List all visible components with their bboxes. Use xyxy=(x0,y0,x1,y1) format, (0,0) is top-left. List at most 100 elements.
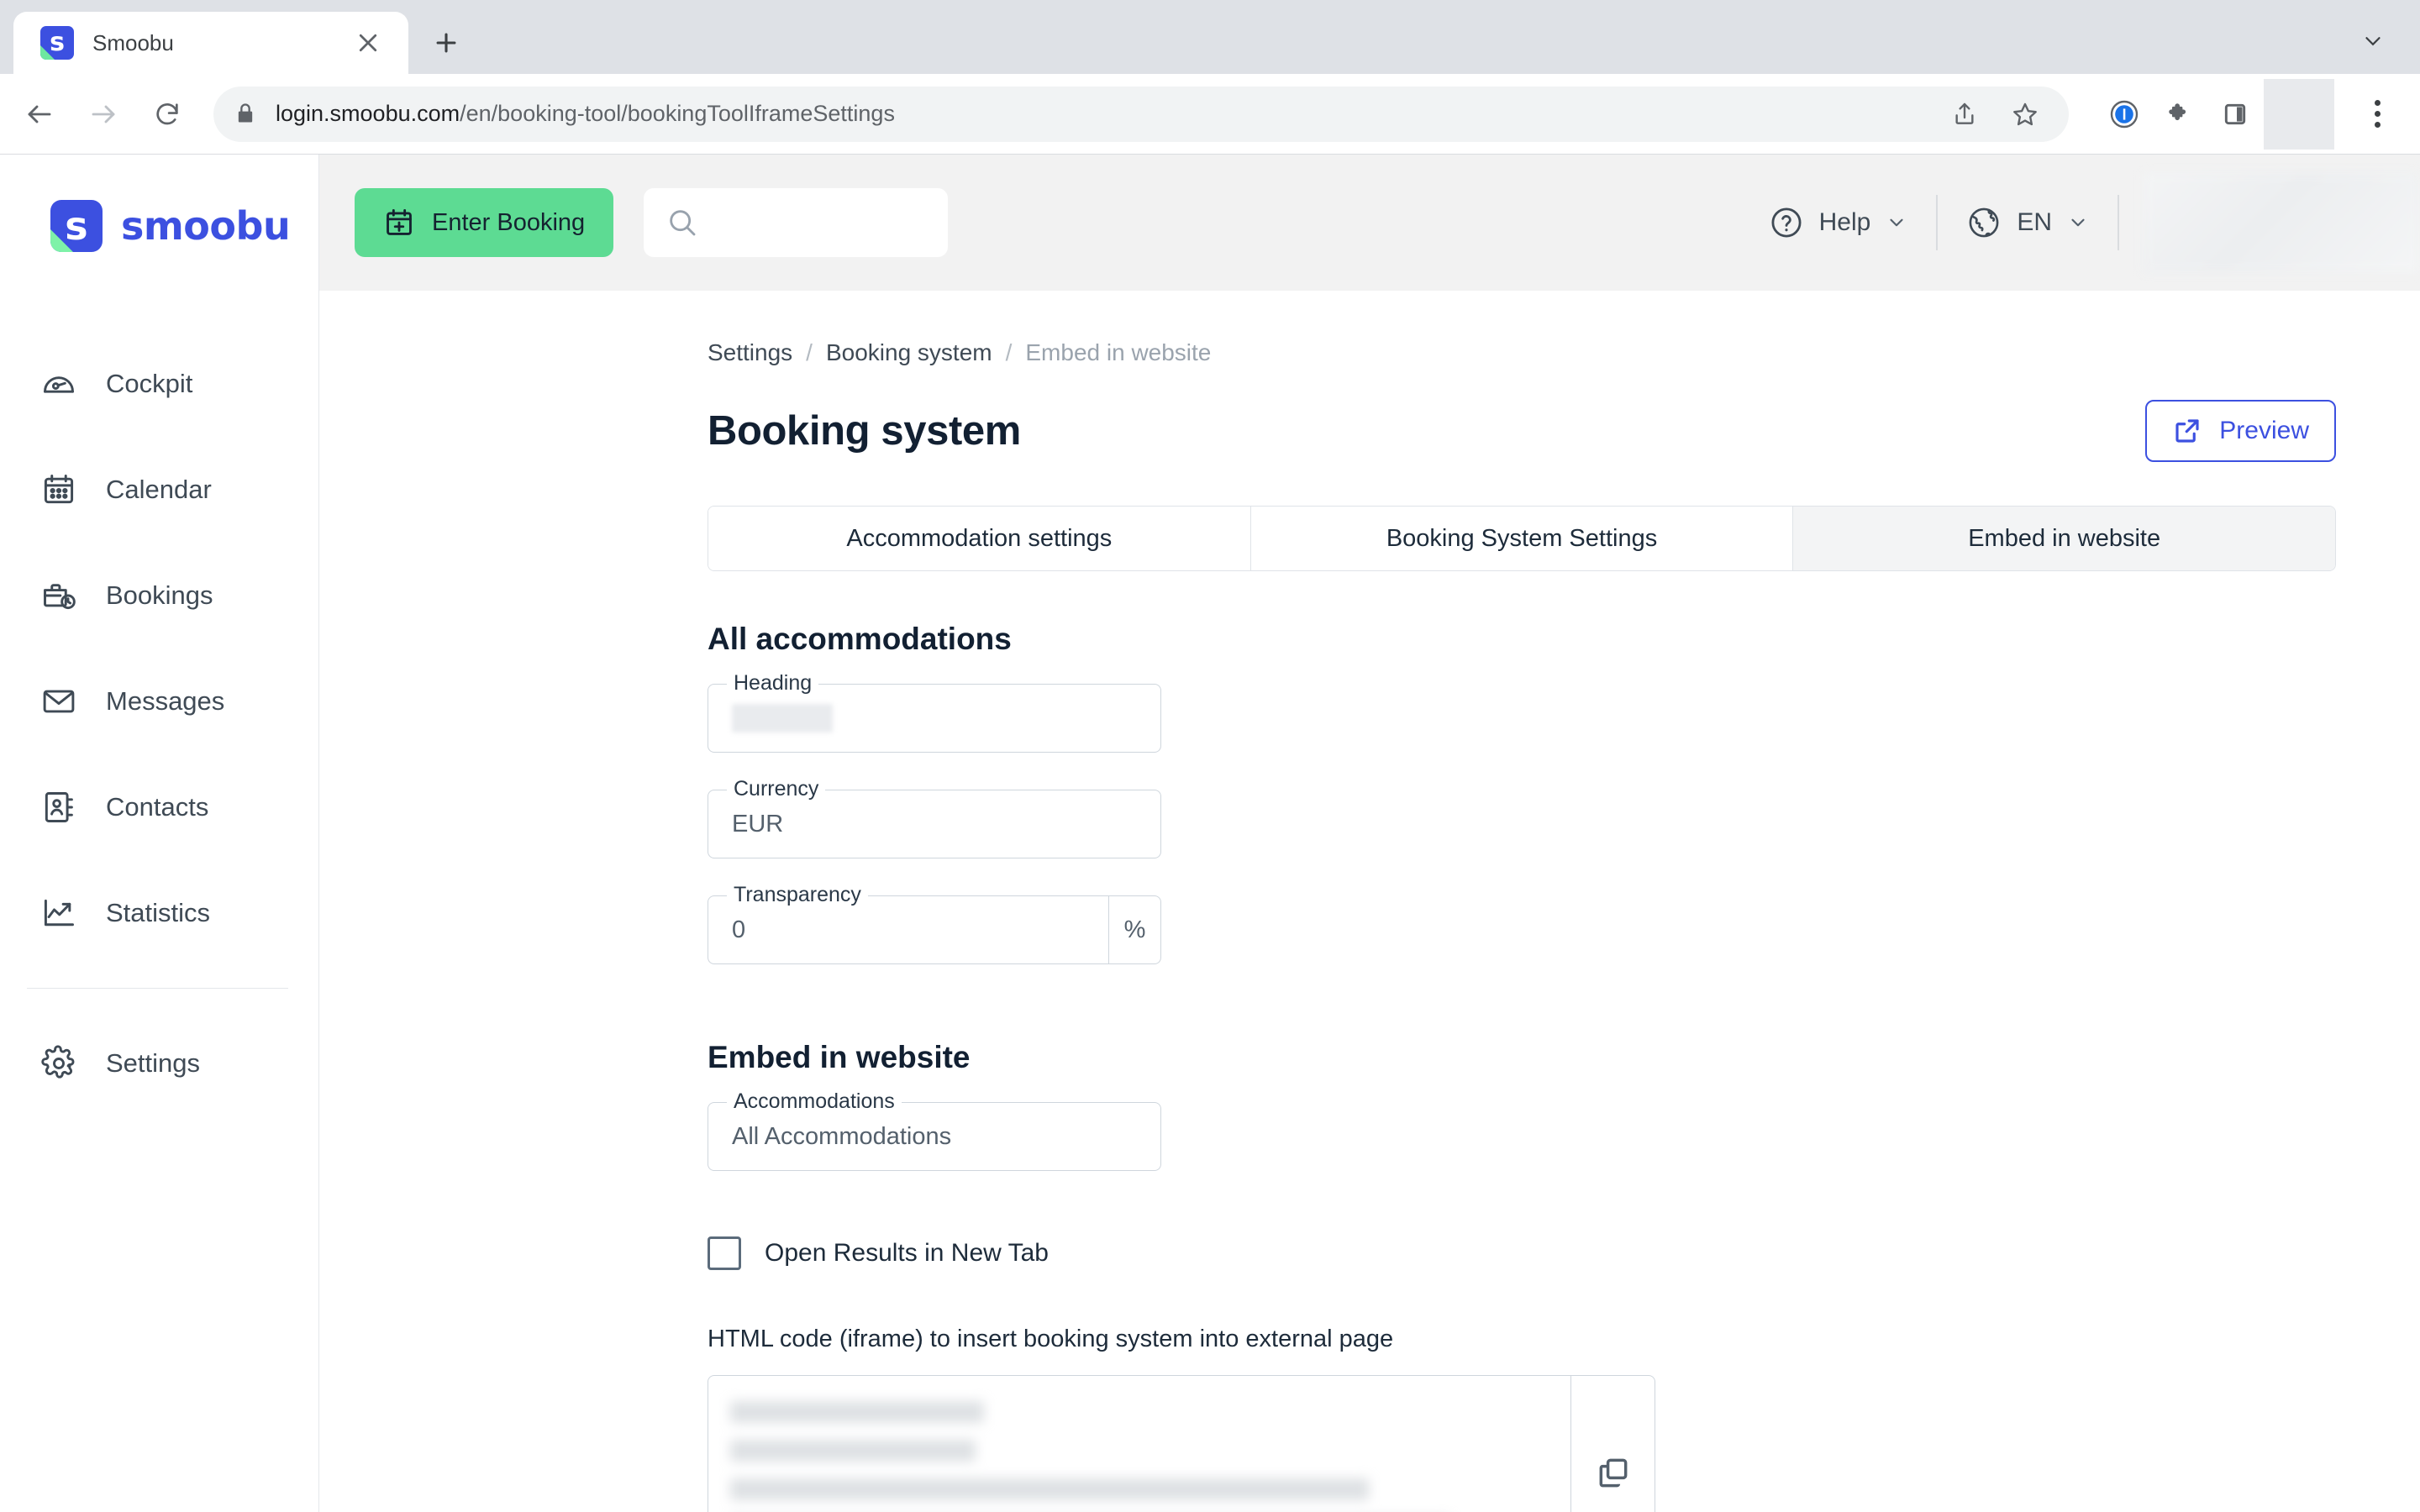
preview-label: Preview xyxy=(2219,417,2309,444)
open-results-new-tab-row[interactable]: Open Results in New Tab xyxy=(708,1236,2420,1270)
tab-booking-system-settings[interactable]: Booking System Settings xyxy=(1250,507,1794,570)
app-header: Enter Booking Help EN xyxy=(319,155,2420,291)
extension-icons xyxy=(2086,91,2259,138)
main-column: Enter Booking Help EN Settings / Booking… xyxy=(319,155,2420,1512)
breadcrumb-separator: / xyxy=(806,339,813,365)
url-path: /en/booking-tool/bookingToolIframeSettin… xyxy=(460,101,895,126)
breadcrumb-separator: / xyxy=(1005,339,1013,365)
sidebar-item-label: Contacts xyxy=(106,792,209,822)
gauge-icon xyxy=(40,365,77,402)
omnibox-actions xyxy=(1941,91,2049,138)
profile-avatar[interactable] xyxy=(2264,78,2334,150)
1password-extension-icon[interactable] xyxy=(2101,91,2148,138)
tab-embed-in-website[interactable]: Embed in website xyxy=(1793,507,2335,570)
chevron-down-icon xyxy=(2067,212,2089,234)
search-input[interactable] xyxy=(644,188,949,257)
app-header-right: Help EN xyxy=(1740,155,2420,291)
breadcrumb: Settings / Booking system / Embed in web… xyxy=(319,339,2420,366)
code-line xyxy=(730,1478,1369,1500)
copy-code-button[interactable] xyxy=(1570,1376,1655,1512)
header-divider xyxy=(2118,195,2119,250)
sidebar-item-label: Statistics xyxy=(106,898,211,927)
url-host: login.smoobu.com xyxy=(276,101,460,126)
url-text: login.smoobu.com/en/booking-tool/booking… xyxy=(276,101,895,127)
enter-booking-label: Enter Booking xyxy=(432,208,586,236)
sidebar-item-statistics[interactable]: Statistics xyxy=(0,860,318,966)
sidebar-item-calendar[interactable]: Calendar xyxy=(0,437,318,543)
forward-arrow-icon xyxy=(74,85,133,144)
copy-icon xyxy=(1595,1454,1632,1491)
sidebar: s smoobu Cockpit Calendar Bookings Messa… xyxy=(0,155,319,1512)
share-icon[interactable] xyxy=(1941,91,1988,138)
envelope-icon xyxy=(40,683,77,720)
three-dots-menu-icon[interactable] xyxy=(2351,88,2403,140)
section-title-embed-in-website: Embed in website xyxy=(708,1040,971,1074)
reload-icon[interactable] xyxy=(138,85,197,144)
star-icon[interactable] xyxy=(2002,91,2049,138)
html-code-textarea[interactable] xyxy=(708,1376,1570,1512)
browser-tab[interactable]: s Smoobu xyxy=(13,12,408,74)
contact-book-icon xyxy=(40,789,77,826)
external-link-icon xyxy=(2172,416,2202,446)
code-line xyxy=(730,1440,976,1462)
gear-icon xyxy=(40,1045,77,1082)
open-results-new-tab-label: Open Results in New Tab xyxy=(765,1239,1049,1267)
html-code-redacted-value xyxy=(730,1401,1549,1512)
tab-favicon-smoobu: s xyxy=(40,26,74,60)
sidebar-item-label: Calendar xyxy=(106,475,212,504)
accommodations-select-label: Accommodations xyxy=(727,1089,902,1114)
page-title: Booking system xyxy=(708,408,1021,454)
accommodations-select[interactable]: Accommodations All Accommodations xyxy=(708,1089,1161,1171)
sidebar-item-label: Settings xyxy=(106,1048,201,1078)
close-icon[interactable] xyxy=(350,24,387,61)
menu-dot xyxy=(2374,100,2381,106)
brand-logo[interactable]: s smoobu xyxy=(0,155,318,297)
user-account-area[interactable] xyxy=(2143,172,2420,273)
heading-field-redacted-value xyxy=(732,704,833,732)
back-arrow-icon[interactable] xyxy=(10,85,69,144)
breadcrumb-item-embed-in-website: Embed in website xyxy=(1025,339,1212,365)
code-line xyxy=(730,1401,984,1423)
sidebar-item-messages[interactable]: Messages xyxy=(0,648,318,754)
brand-name: smoobu xyxy=(121,203,291,249)
heading-field[interactable]: Heading xyxy=(708,671,1161,753)
language-label: EN xyxy=(2017,208,2052,236)
enter-booking-button[interactable]: Enter Booking xyxy=(355,188,614,257)
chevron-down-icon[interactable] xyxy=(2348,13,2398,69)
help-menu[interactable]: Help xyxy=(1740,195,1937,250)
transparency-field[interactable]: Transparency 0 % xyxy=(708,883,1161,964)
search-icon xyxy=(666,206,699,239)
briefcase-clock-icon xyxy=(40,577,77,614)
browser-toolbar: login.smoobu.com/en/booking-tool/booking… xyxy=(0,74,2420,155)
settings-tabs: Accommodation settings Booking System Se… xyxy=(708,506,2336,571)
menu-dot xyxy=(2374,111,2381,117)
preview-button[interactable]: Preview xyxy=(2145,400,2336,462)
breadcrumb-item-settings[interactable]: Settings xyxy=(708,339,792,366)
new-tab-button[interactable] xyxy=(418,15,474,71)
address-bar[interactable]: login.smoobu.com/en/booking-tool/booking… xyxy=(213,86,2069,142)
calendar-plus-icon xyxy=(383,207,415,239)
html-code-block xyxy=(708,1375,1655,1512)
globe-icon xyxy=(1966,205,2002,240)
accommodations-select-value: All Accommodations xyxy=(732,1122,952,1150)
chevron-down-icon xyxy=(1886,212,1907,234)
side-panel-icon[interactable] xyxy=(2212,91,2259,138)
sidebar-item-contacts[interactable]: Contacts xyxy=(0,754,318,860)
breadcrumb-item-booking-system[interactable]: Booking system xyxy=(826,339,992,366)
transparency-field-value: 0 xyxy=(732,916,746,943)
puzzle-piece-icon[interactable] xyxy=(2156,91,2203,138)
language-menu[interactable]: EN xyxy=(1938,195,2118,250)
browser-tab-strip: s Smoobu xyxy=(0,0,2420,74)
trend-chart-icon xyxy=(40,895,77,932)
open-results-new-tab-checkbox[interactable] xyxy=(708,1236,741,1270)
sidebar-item-label: Bookings xyxy=(106,580,213,610)
sidebar-item-settings[interactable]: Settings xyxy=(0,1011,318,1116)
sidebar-item-bookings[interactable]: Bookings xyxy=(0,543,318,648)
lock-icon xyxy=(234,102,259,127)
page-content: Settings / Booking system / Embed in web… xyxy=(319,291,2420,1512)
sidebar-divider xyxy=(27,988,288,989)
currency-field[interactable]: Currency EUR xyxy=(708,777,1161,858)
sidebar-item-label: Messages xyxy=(106,686,225,716)
tab-accommodation-settings[interactable]: Accommodation settings xyxy=(708,507,1251,570)
sidebar-item-cockpit[interactable]: Cockpit xyxy=(0,331,318,437)
